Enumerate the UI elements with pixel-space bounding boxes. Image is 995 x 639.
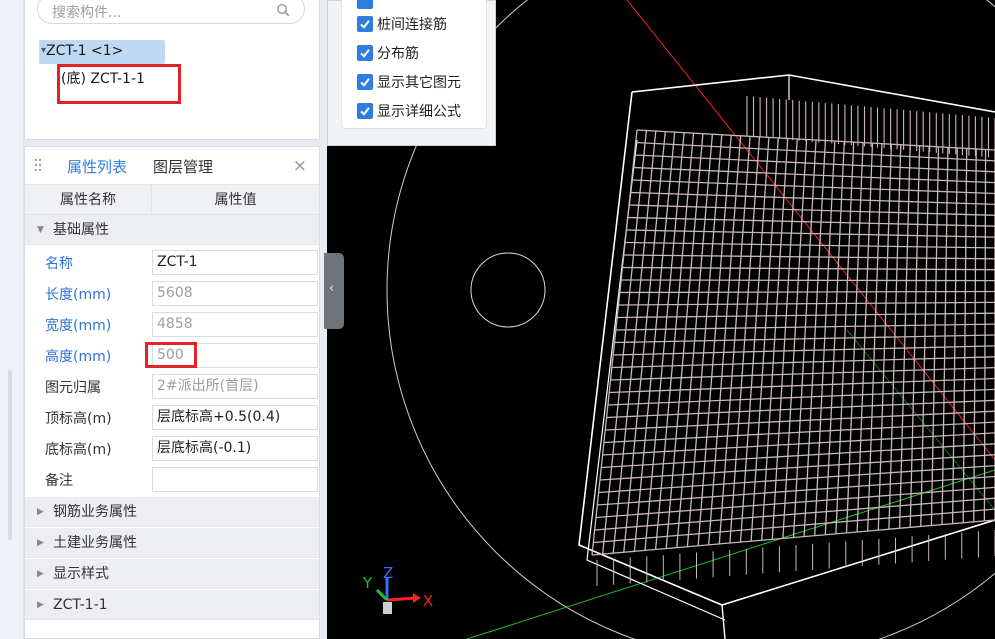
property-value-input[interactable]: 5608 xyxy=(152,281,318,306)
group-rebar-properties[interactable]: ▶ 钢筋业务属性 xyxy=(25,497,319,527)
display-options-panel: 桩间连接筋 分布筋 显示其它图元 显示详细公式 xyxy=(327,0,496,146)
property-row-bottom-elevation: 底标高(m) 层底标高(-0.1) xyxy=(25,433,319,464)
search-icon[interactable] xyxy=(276,3,290,17)
checkbox-checked-icon[interactable] xyxy=(357,103,373,119)
highlight-box-tree xyxy=(57,64,181,104)
chevron-left-icon: ‹ xyxy=(329,281,335,296)
gizmo-y-label: Y xyxy=(362,574,373,592)
strip-scrollbar[interactable] xyxy=(8,370,12,540)
property-name: 宽度(mm) xyxy=(45,318,112,334)
property-name: 顶标高(m) xyxy=(45,411,112,427)
property-row-name: 名称 ZCT-1 xyxy=(25,247,319,278)
tab-property-list[interactable]: 属性列表 xyxy=(67,156,127,177)
tree-node-label: ZCT-1 <1> xyxy=(46,43,124,59)
property-value-input[interactable]: 4858 xyxy=(152,312,318,337)
gizmo-x-head xyxy=(413,593,421,603)
gizmo-z-label: Z xyxy=(383,564,393,582)
properties-header: 属性列表 图层管理 × xyxy=(25,147,319,185)
group-basic-properties[interactable]: ▼ 基础属性 xyxy=(25,215,319,245)
property-row-top-elevation: 顶标高(m) 层底标高+0.5(0.4) xyxy=(25,402,319,433)
chevron-right-icon: ▶ xyxy=(37,507,44,517)
property-row-owner: 图元归属 2#派出所(首层) xyxy=(25,371,319,402)
group-label: 钢筋业务属性 xyxy=(53,504,137,520)
checkbox-checked-icon[interactable] xyxy=(357,0,373,9)
group-label: 土建业务属性 xyxy=(53,535,137,551)
tab-layer-management[interactable]: 图层管理 xyxy=(153,156,213,177)
property-row-remarks: 备注 xyxy=(25,464,319,495)
group-display-style[interactable]: ▶ 显示样式 xyxy=(25,559,319,589)
gizmo-x-label: X xyxy=(423,592,433,610)
group-label: 基础属性 xyxy=(53,222,109,238)
property-value-input[interactable]: 层底标高(-0.1) xyxy=(152,436,318,461)
chevron-right-icon: ▶ xyxy=(37,569,44,579)
property-name: 底标高(m) xyxy=(45,442,112,458)
drag-handle-icon[interactable] xyxy=(34,158,42,172)
checkbox-label: 桩间连接筋 xyxy=(377,17,447,33)
rebar-line-col xyxy=(983,149,987,521)
panel-collapse-handle[interactable]: ‹ xyxy=(324,253,344,329)
property-name: 名称 xyxy=(45,256,73,272)
property-value-input[interactable] xyxy=(152,467,318,492)
group-civil-properties[interactable]: ▶ 土建业务属性 xyxy=(25,528,319,558)
box-vertical-edge xyxy=(721,604,726,639)
gizmo-base xyxy=(383,602,392,614)
checkbox-label: 显示详细公式 xyxy=(377,104,461,120)
group-label: 显示样式 xyxy=(53,566,109,582)
chevron-right-icon: ▶ xyxy=(37,600,44,610)
property-name: 高度(mm) xyxy=(45,349,112,365)
checkbox-label: 分布筋 xyxy=(377,46,419,62)
property-name: 图元归属 xyxy=(45,380,101,396)
search-input[interactable]: 搜索构件... xyxy=(37,0,305,24)
property-value-input[interactable]: ZCT-1 xyxy=(152,250,318,275)
checkbox-checked-icon[interactable] xyxy=(357,74,373,90)
tree-node-zct1[interactable]: ▾ ZCT-1 <1> xyxy=(39,40,165,64)
column-header-value: 属性值 xyxy=(152,185,319,215)
column-header-name: 属性名称 xyxy=(25,185,152,215)
chevron-right-icon: ▶ xyxy=(37,538,44,548)
group-zct1-1[interactable]: ▶ ZCT-1-1 xyxy=(25,590,319,620)
chevron-down-icon: ▼ xyxy=(37,225,44,235)
highlight-box-height xyxy=(145,342,197,368)
display-options-list: 桩间连接筋 分布筋 显示其它图元 显示详细公式 xyxy=(341,0,487,129)
gizmo-x-arrow xyxy=(386,596,418,602)
component-tree-panel: 搜索构件... ▾ ZCT-1 <1> (底) ZCT-1-1 xyxy=(24,0,320,140)
checkbox-checked-icon[interactable] xyxy=(357,45,373,61)
property-value-input[interactable]: 2#派出所(首层) xyxy=(152,374,318,399)
pile-circle xyxy=(470,252,546,328)
properties-panel: 属性列表 图层管理 × 属性名称 属性值 ▼ 基础属性 名称 ZCT-1 长度(… xyxy=(24,146,320,639)
property-name: 备注 xyxy=(45,473,73,489)
property-row-length: 长度(mm) 5608 xyxy=(25,278,319,309)
property-row-width: 宽度(mm) 4858 xyxy=(25,309,319,340)
close-icon[interactable]: × xyxy=(293,156,307,176)
property-name: 长度(mm) xyxy=(45,287,112,303)
property-value-input[interactable]: 层底标高+0.5(0.4) xyxy=(152,405,318,430)
search-placeholder: 搜索构件... xyxy=(52,5,122,21)
left-strip xyxy=(0,0,24,639)
box-top-edge xyxy=(631,74,995,113)
checkbox-checked-icon[interactable] xyxy=(357,16,373,32)
group-label: ZCT-1-1 xyxy=(53,597,108,613)
checkbox-label: 显示其它图元 xyxy=(377,75,461,91)
